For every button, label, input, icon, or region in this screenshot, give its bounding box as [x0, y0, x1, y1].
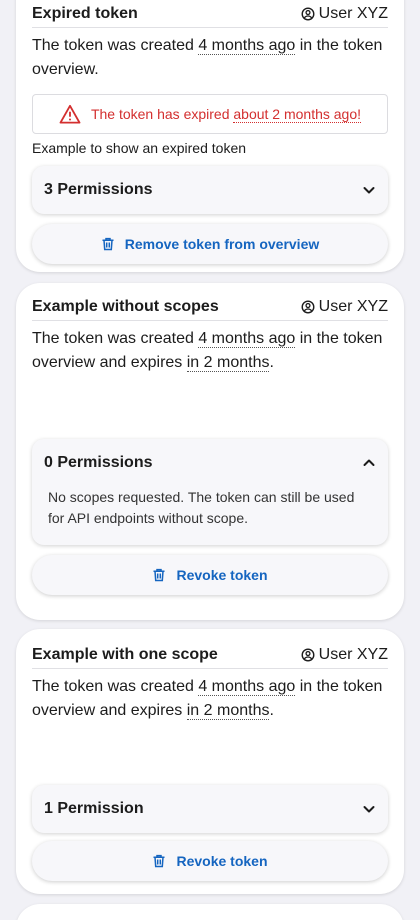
chevron-down-icon — [363, 187, 375, 194]
user-circle-icon — [301, 300, 315, 313]
revoke-token-button[interactable]: Revoke token — [32, 841, 388, 881]
token-card-one-scope: Example with one scope User XYZ The toke… — [16, 629, 404, 894]
permissions-label: 3 Permissions — [44, 181, 153, 198]
token-card-next — [16, 904, 404, 920]
user-circle-icon — [301, 7, 315, 20]
card-header: Example without scopes User XYZ — [32, 293, 388, 321]
revoke-token-button[interactable]: Revoke token — [32, 555, 388, 595]
token-owner: User XYZ — [301, 298, 388, 316]
card-title: Expired token — [32, 4, 138, 22]
remove-token-button[interactable]: Remove token from overview — [32, 224, 388, 264]
owner-name: User XYZ — [318, 645, 388, 663]
token-description: The token was created 4 months ago in th… — [32, 675, 388, 723]
text: The token was created — [32, 330, 199, 347]
permissions-header[interactable]: 3 Permissions — [32, 166, 388, 214]
expiry-time: in 2 months — [186, 354, 270, 372]
text: The token was created — [32, 678, 199, 695]
token-list: Expired token User XYZ The token was cre… — [0, 0, 420, 920]
token-description: The token was created 4 months ago in th… — [32, 327, 388, 375]
warning-icon — [59, 104, 81, 124]
permissions-content: No scopes requested. The token can still… — [48, 489, 355, 526]
permissions-header[interactable]: 0 Permissions — [32, 439, 388, 487]
example-caption: Example to show an expired token — [32, 140, 247, 156]
chevron-down-icon — [363, 806, 375, 813]
text: . — [269, 702, 274, 719]
expiry-time: in 2 months — [186, 702, 270, 720]
permissions-header[interactable]: 1 Permission — [32, 785, 388, 833]
permissions-label: 0 Permissions — [44, 454, 153, 471]
card-title: Example without scopes — [32, 297, 219, 315]
user-circle-icon — [301, 648, 315, 661]
created-time: 4 months ago — [198, 330, 296, 348]
token-owner: User XYZ — [301, 5, 388, 23]
button-label: Revoke token — [176, 853, 268, 869]
permissions-accordion[interactable]: 0 Permissions No scopes requested. The t… — [32, 439, 388, 545]
card-title: Example with one scope — [32, 645, 218, 663]
button-label: Revoke token — [176, 567, 268, 583]
alert-text: The token has expired about 2 months ago… — [90, 106, 362, 123]
card-header: Expired token User XYZ — [32, 0, 388, 28]
trash-icon — [153, 854, 165, 868]
text: . — [269, 354, 274, 371]
expired-time: about 2 months ago! — [233, 106, 362, 123]
token-owner: User XYZ — [301, 646, 388, 664]
token-card-expired: Expired token User XYZ The token was cre… — [16, 0, 404, 272]
permissions-accordion[interactable]: 3 Permissions — [32, 166, 388, 214]
chevron-up-icon — [363, 459, 375, 466]
card-header: Example with one scope User XYZ — [32, 641, 388, 669]
button-label: Remove token from overview — [124, 236, 320, 252]
trash-icon — [102, 237, 114, 251]
owner-name: User XYZ — [318, 297, 388, 315]
created-time: 4 months ago — [198, 678, 296, 696]
expired-alert: The token has expired about 2 months ago… — [32, 94, 388, 134]
text: The token was created — [32, 37, 199, 54]
owner-name: User XYZ — [318, 4, 388, 22]
permissions-label: 1 Permission — [44, 800, 144, 817]
permissions-accordion[interactable]: 1 Permission — [32, 785, 388, 833]
created-time: 4 months ago — [198, 37, 296, 55]
token-description: The token was created 4 months ago in th… — [32, 34, 388, 82]
token-card-no-scopes: Example without scopes User XYZ The toke… — [16, 283, 404, 620]
text: The token has expired — [90, 106, 234, 122]
trash-icon — [153, 568, 165, 582]
